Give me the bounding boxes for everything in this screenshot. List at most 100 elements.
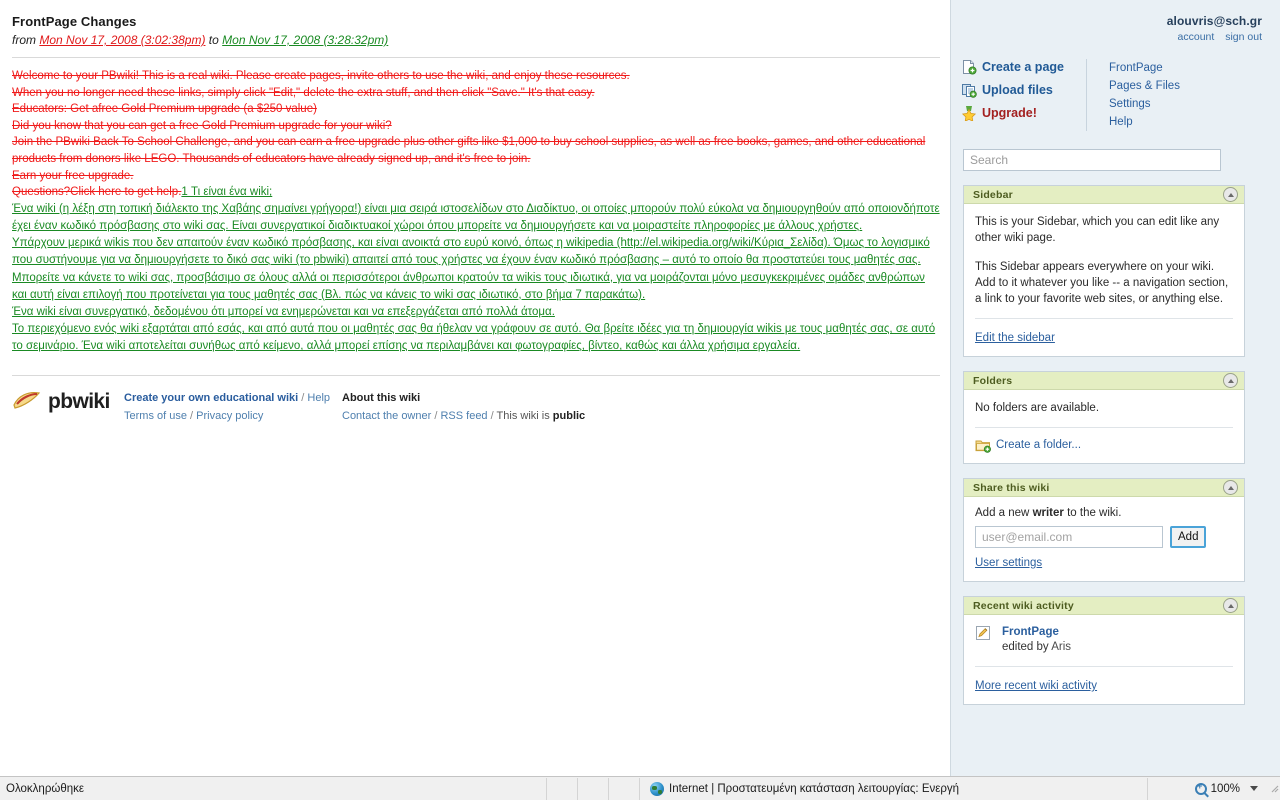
- footer-slash: /: [301, 392, 305, 404]
- diff-deleted-line: Educators: Get afree Gold Premium upgrad…: [12, 103, 317, 116]
- share-instruction-suffix: to the wiki.: [1067, 507, 1122, 519]
- privacy-policy-link[interactable]: Privacy policy: [196, 410, 263, 422]
- pbwiki-logo: pbwiki: [12, 390, 124, 412]
- create-a-page-label: Create a page: [982, 60, 1064, 74]
- panel-divider: [975, 427, 1233, 428]
- diff-deleted-line: Earn your free upgrade.: [12, 169, 134, 182]
- magnifier-icon: [1194, 781, 1207, 795]
- nav-link-pages-and-files[interactable]: Pages & Files: [1109, 77, 1180, 95]
- panel-share-title: Share this wiki: [973, 481, 1050, 494]
- footer-slash: /: [190, 410, 194, 422]
- pbwiki-mark-icon: [12, 390, 42, 412]
- diff-deleted-line: When you no longer need these links, sim…: [12, 86, 595, 99]
- chevron-down-icon[interactable]: [1250, 786, 1258, 791]
- search-input[interactable]: [963, 149, 1221, 171]
- more-recent-activity-link[interactable]: More recent wiki activity: [975, 680, 1097, 692]
- panel-activity-header: Recent wiki activity: [964, 597, 1244, 615]
- about-this-wiki-label: About this wiki: [342, 392, 421, 404]
- panel-activity-title: Recent wiki activity: [973, 599, 1074, 612]
- activity-item: FrontPage edited by Aris: [975, 625, 1233, 655]
- sign-out-link[interactable]: sign out: [1225, 31, 1262, 43]
- rss-feed-link[interactable]: RSS feed: [440, 410, 487, 422]
- account-block: alouvris@sch.gr account sign out: [951, 0, 1280, 43]
- footer-slash: /: [434, 410, 438, 422]
- panel-share-header: Share this wiki: [964, 479, 1244, 497]
- about-wiki-heading: About this wiki: [342, 390, 940, 406]
- nav-link-settings[interactable]: Settings: [1109, 95, 1180, 113]
- create-wiki-link[interactable]: Create your own educational wiki: [124, 392, 298, 404]
- diff-deleted-line: Did you know that you can get a free Gol…: [12, 119, 392, 132]
- upload-icon: [961, 82, 977, 98]
- search-area: [963, 149, 1280, 171]
- pencil-edit-icon: [975, 625, 991, 641]
- contact-owner-link[interactable]: Contact the owner: [342, 410, 431, 422]
- panel-divider: [975, 318, 1233, 319]
- account-link[interactable]: account: [1178, 31, 1215, 43]
- nav-link-help[interactable]: Help: [1109, 113, 1180, 131]
- main-content: FrontPage Changes from Mon Nov 17, 2008 …: [0, 0, 950, 776]
- footer-help-link[interactable]: Help: [307, 392, 330, 404]
- upload-files-label: Upload files: [982, 83, 1053, 97]
- account-email: alouvris@sch.gr: [1166, 14, 1262, 28]
- edit-the-sidebar-link[interactable]: Edit the sidebar: [975, 332, 1055, 344]
- upload-files-button[interactable]: Upload files: [961, 82, 1076, 98]
- collapse-icon[interactable]: [1223, 373, 1238, 388]
- revision-from-label: from: [12, 33, 36, 47]
- user-settings-link[interactable]: User settings: [975, 557, 1042, 569]
- panel-sidebar-header: Sidebar: [964, 186, 1244, 204]
- security-zone-text: Internet | Προστατευμένη κατάσταση λειτο…: [669, 782, 960, 795]
- diff-inserted-line: Ένα wiki (η λέξη στη τοπική διάλεκτο της…: [12, 202, 940, 232]
- panel-share-this-wiki: Share this wiki Add a new writer to the …: [963, 478, 1245, 582]
- panel-sidebar: Sidebar This is your Sidebar, which you …: [963, 185, 1245, 357]
- share-instruction: Add a new writer to the wiki.: [975, 507, 1233, 519]
- upgrade-button[interactable]: Upgrade!: [961, 105, 1076, 123]
- revision-range: from Mon Nov 17, 2008 (3:02:38pm) to Mon…: [12, 33, 940, 47]
- status-slot: [547, 778, 577, 800]
- status-text: Ολοκληρώθηκε: [6, 782, 85, 795]
- right-sidebar: alouvris@sch.gr account sign out Create …: [950, 0, 1280, 776]
- quick-navigation: Create a page Upload files Upgrade! Fron…: [961, 59, 1261, 131]
- wiki-visibility-label: This wiki is: [496, 410, 550, 422]
- share-instruction-prefix: Add a new: [975, 507, 1030, 519]
- panel-folders-title: Folders: [973, 374, 1013, 387]
- nav-link-frontpage[interactable]: FrontPage: [1109, 59, 1180, 77]
- activity-editor: edited by Aris: [1002, 639, 1071, 655]
- sidebar-paragraph-2: This Sidebar appears everywhere on your …: [975, 261, 1229, 305]
- add-writer-button[interactable]: Add: [1170, 526, 1207, 548]
- activity-page-link[interactable]: FrontPage: [1002, 625, 1071, 639]
- create-a-page-button[interactable]: Create a page: [961, 59, 1076, 75]
- panel-folders: Folders No folders are available. Create…: [963, 371, 1245, 464]
- diff-deleted-line: Welcome to your PBwiki! This is a real w…: [12, 70, 630, 82]
- diff-inserted-line: Υπάρχουν μερικά wikis που δεν απαιτούν έ…: [12, 237, 930, 301]
- create-a-folder-button[interactable]: Create a folder...: [975, 437, 1233, 453]
- page-title: FrontPage Changes: [12, 14, 137, 29]
- panel-recent-wiki-activity: Recent wiki activity FrontPage edited by…: [963, 596, 1245, 705]
- footer-divider: [12, 375, 940, 376]
- collapse-icon[interactable]: [1223, 187, 1238, 202]
- wiki-visibility-value: public: [552, 410, 586, 422]
- diff-inserted-line: Το περιεχόμενο ενός wiki εξαρτάται από ε…: [12, 323, 936, 353]
- new-page-icon: [961, 59, 977, 75]
- account-links: account sign out: [951, 31, 1262, 43]
- zoom-control[interactable]: 100%: [1148, 781, 1266, 795]
- diff-deleted-fragment: Questions?Click here to get help.: [12, 186, 182, 199]
- revision-to-date-link[interactable]: Mon Nov 17, 2008 (3:28:32pm): [222, 33, 388, 47]
- revision-from-date-link[interactable]: Mon Nov 17, 2008 (3:02:38pm): [39, 33, 205, 47]
- status-slot: [609, 778, 639, 800]
- collapse-icon[interactable]: [1223, 480, 1238, 495]
- resize-grip[interactable]: [1266, 780, 1280, 797]
- panel-divider: [975, 666, 1233, 667]
- content-divider-top: [12, 57, 940, 58]
- share-email-input[interactable]: [975, 526, 1163, 548]
- share-role: writer: [1032, 507, 1064, 519]
- diff-mixed-line: Questions?Click here to get help.1 Τι εί…: [12, 184, 940, 201]
- panel-sidebar-title: Sidebar: [973, 188, 1013, 201]
- sidebar-paragraph-1: This is your Sidebar, which you can edit…: [975, 216, 1220, 244]
- diff-deleted-line: Join the PBwiki Back To School Challenge…: [12, 136, 926, 165]
- terms-of-use-link[interactable]: Terms of use: [124, 410, 187, 422]
- collapse-icon[interactable]: [1223, 598, 1238, 613]
- globe-icon: [650, 781, 664, 796]
- security-zone[interactable]: Internet | Προστατευμένη κατάσταση λειτο…: [640, 781, 1147, 796]
- status-slot: [578, 778, 608, 800]
- about-wiki-links: Contact the owner / RSS feed / This wiki…: [342, 408, 940, 424]
